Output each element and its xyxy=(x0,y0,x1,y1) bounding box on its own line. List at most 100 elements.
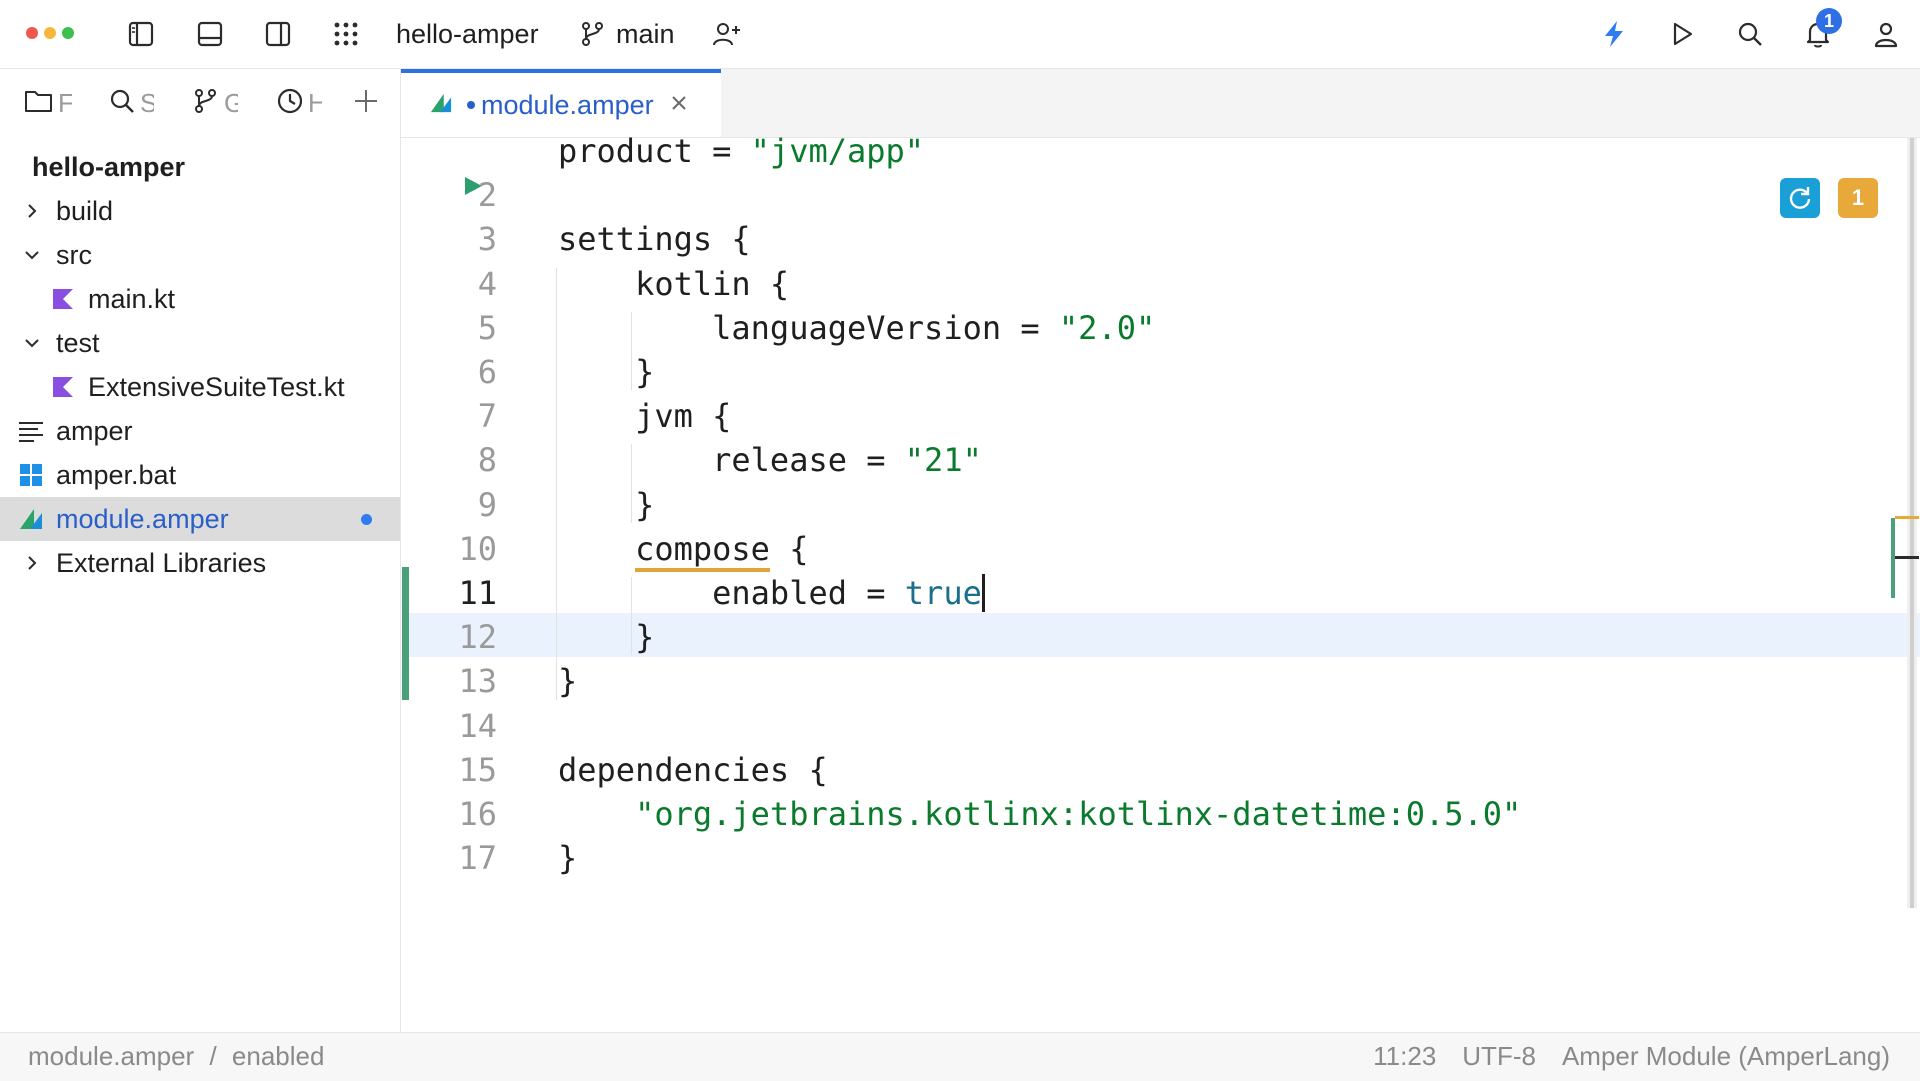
editor-scrollbar-thumb[interactable] xyxy=(1910,138,1914,908)
breadcrumb: module.amper / enabled xyxy=(28,1041,324,1072)
code-line[interactable]: 12 } xyxy=(401,615,1901,659)
warning-count-badge[interactable]: 1 xyxy=(1838,178,1878,218)
close-tab-icon[interactable] xyxy=(670,94,688,117)
code-line[interactable]: 6 } xyxy=(401,350,1901,394)
chevron-right-icon[interactable] xyxy=(20,199,44,223)
code-line[interactable]: 17} xyxy=(401,836,1901,880)
code-editor[interactable]: product = "jvm/app" 2 3 settings {4 kotlin … xyxy=(401,132,1920,1032)
chevron-down-icon[interactable] xyxy=(20,331,44,355)
chevron-right-icon[interactable] xyxy=(20,551,44,575)
code-text: } xyxy=(558,659,577,703)
run-icon[interactable] xyxy=(1665,17,1699,51)
code-line[interactable]: 11 enabled = true xyxy=(401,571,1901,615)
line-number: 6 xyxy=(477,353,497,391)
file-encoding[interactable]: UTF-8 xyxy=(1462,1041,1536,1072)
tab-title: module.amper xyxy=(481,89,654,120)
tree-root[interactable]: hello-amper xyxy=(0,145,400,189)
tab-git[interactable]: G xyxy=(192,85,238,121)
code-token: } xyxy=(558,485,655,524)
lightning-icon[interactable] xyxy=(1597,17,1631,51)
code-line[interactable]: 4 kotlin { xyxy=(401,262,1901,306)
code-line[interactable]: product = "jvm/app" xyxy=(401,129,1901,173)
amper-file-icon xyxy=(429,92,453,119)
code-token: "2.0" xyxy=(1058,308,1156,347)
code-token: "21" xyxy=(904,441,982,480)
code-text: product = "jvm/app" xyxy=(558,129,924,173)
tree-item-src[interactable]: src xyxy=(0,233,400,277)
breadcrumb-item[interactable]: enabled xyxy=(232,1041,325,1071)
line-number: 16 xyxy=(458,795,497,833)
breadcrumb-file[interactable]: module.amper xyxy=(28,1041,194,1071)
tree-item-external-libraries[interactable]: External Libraries xyxy=(0,541,400,585)
line-number: 14 xyxy=(458,706,497,745)
code-line[interactable]: 15 dependencies { xyxy=(401,748,1901,792)
project-name-button[interactable]: hello-amper xyxy=(396,16,539,52)
code-line[interactable]: 5 languageVersion = "2.0" xyxy=(401,306,1901,350)
tool-window-tabs: F S G H xyxy=(0,69,400,137)
code-line[interactable]: 9 } xyxy=(401,483,1901,527)
code-token: { xyxy=(769,529,809,568)
chevron-down-icon[interactable] xyxy=(20,243,44,267)
tab-project[interactable]: F xyxy=(24,85,72,121)
tree-item-label: External Libraries xyxy=(56,547,267,578)
code-line[interactable]: 8 release = "21" xyxy=(401,438,1901,482)
zoom-window-button[interactable] xyxy=(62,27,74,39)
code-line[interactable]: 16 "org.jetbrains.kotlinx:kotlinx-dateti… xyxy=(401,792,1901,836)
tab-project-label: F xyxy=(58,87,72,118)
code-text: "org.jetbrains.kotlinx:kotlinx-datetime:… xyxy=(558,792,1521,836)
code-text: jvm { xyxy=(558,394,731,438)
add-tool-window-button[interactable] xyxy=(352,85,380,121)
code-text: settings { xyxy=(558,217,751,261)
file-type[interactable]: Amper Module (AmperLang) xyxy=(1562,1041,1890,1072)
tree-item-main-kt[interactable]: main.kt xyxy=(0,277,400,321)
main-menu-grid-icon[interactable] xyxy=(329,17,363,51)
tree-item-extensive-suite-test[interactable]: ExtensiveSuiteTest.kt xyxy=(0,365,400,409)
unsaved-dot xyxy=(467,101,475,109)
right-sidebar-toggle-icon[interactable] xyxy=(261,17,295,51)
tree-item-test[interactable]: test xyxy=(0,321,400,365)
tree-item-label: main.kt xyxy=(88,283,176,314)
code-text: release = "21" xyxy=(558,438,982,482)
tab-module-amper[interactable]: module.amper xyxy=(401,69,721,137)
bottom-panel-toggle-icon[interactable] xyxy=(193,17,227,51)
search-icon[interactable] xyxy=(1733,17,1767,51)
tree-item-module-amper[interactable]: module.amper xyxy=(0,497,400,541)
account-icon[interactable] xyxy=(1869,17,1903,51)
kotlin-file-icon xyxy=(50,374,76,400)
code-line[interactable]: 13} xyxy=(401,659,1901,703)
editor-tab-bar: module.amper xyxy=(401,69,1920,138)
tree-item-amper-bat[interactable]: amper.bat xyxy=(0,453,400,497)
reload-project-button[interactable] xyxy=(1780,178,1820,218)
line-number: 9 xyxy=(477,485,497,524)
tab-history[interactable]: H xyxy=(276,85,322,121)
minimize-window-button[interactable] xyxy=(44,27,56,39)
code-line[interactable]: 7 jvm { xyxy=(401,394,1901,438)
line-number: 10 xyxy=(458,529,497,568)
code-line[interactable]: 2 xyxy=(401,173,1901,217)
code-line[interactable]: 10 compose { xyxy=(401,527,1901,572)
git-branch-icon xyxy=(576,17,610,51)
tree-item-label: amper.bat xyxy=(56,459,177,490)
tree-item-label: module.amper xyxy=(56,503,229,534)
tree-item-build[interactable]: build xyxy=(0,189,400,233)
caret-position[interactable]: 11:23 xyxy=(1373,1041,1436,1072)
branch-button[interactable]: main xyxy=(616,16,675,52)
windows-file-icon xyxy=(18,462,44,488)
left-sidebar-toggle-icon[interactable] xyxy=(124,17,158,51)
tree-item-label: src xyxy=(56,239,92,270)
text-file-icon xyxy=(18,418,44,444)
window-controls xyxy=(26,27,74,39)
tab-git-label: G xyxy=(224,87,238,118)
tree-item-amper[interactable]: amper xyxy=(0,409,400,453)
line-number: 17 xyxy=(458,839,497,878)
project-tool-window: F S G H hello-amper build src main.kt te… xyxy=(0,69,401,1032)
code-line[interactable]: 3 settings { xyxy=(401,217,1901,261)
code-line[interactable]: 14 xyxy=(401,704,1901,748)
add-collaborator-icon[interactable] xyxy=(710,17,744,51)
tab-search[interactable]: S xyxy=(108,85,154,121)
line-number: 12 xyxy=(458,618,497,657)
line-number: 15 xyxy=(458,750,497,789)
title-bar: hello-amper main 1 xyxy=(0,0,1920,69)
close-window-button[interactable] xyxy=(26,27,38,39)
code-token: kotlin { xyxy=(558,264,790,303)
